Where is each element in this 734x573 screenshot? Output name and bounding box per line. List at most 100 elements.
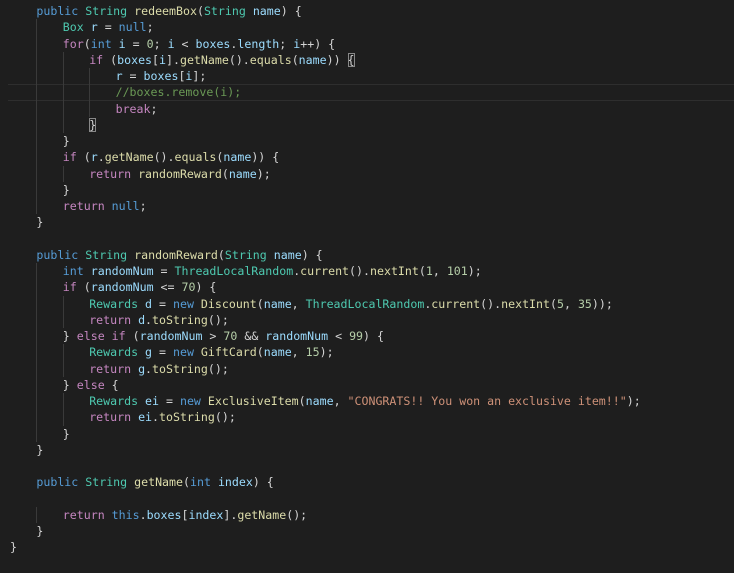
code-text: Rewards d = new Discount(name, ThreadLoc… bbox=[0, 297, 613, 311]
code-line[interactable]: break; bbox=[0, 100, 734, 117]
code-token: current bbox=[431, 296, 481, 311]
code-line[interactable]: public String getName(int index) { bbox=[0, 474, 734, 490]
code-token: ; bbox=[150, 101, 158, 116]
code-line[interactable]: } bbox=[0, 214, 734, 230]
code-line[interactable]: return null; bbox=[0, 198, 734, 215]
code-token: break bbox=[115, 101, 151, 116]
code-token: this bbox=[111, 507, 140, 522]
code-line[interactable]: //boxes.remove(i); bbox=[0, 84, 734, 101]
code-line[interactable]: } bbox=[0, 539, 734, 555]
code-token: )) { bbox=[251, 150, 280, 165]
code-line[interactable]: } bbox=[0, 133, 734, 150]
code-token: Rewards bbox=[89, 296, 139, 311]
code-text: return g.toString(); bbox=[0, 362, 229, 376]
code-token: boxes bbox=[195, 36, 231, 51]
code-line[interactable]: } bbox=[0, 442, 734, 458]
code-line[interactable] bbox=[0, 458, 734, 474]
code-line[interactable]: return randomReward(name); bbox=[0, 165, 734, 182]
code-token: ) { bbox=[363, 329, 384, 343]
code-token: i bbox=[118, 36, 126, 51]
code-token: ( bbox=[256, 296, 264, 311]
code-token: public bbox=[36, 247, 79, 262]
code-token: Rewards bbox=[89, 345, 139, 360]
code-token: boxes bbox=[117, 52, 153, 67]
code-token: randomNum bbox=[139, 329, 203, 343]
code-line[interactable]: } else if (randomNum > 70 && randomNum <… bbox=[0, 328, 734, 345]
code-token: <= bbox=[153, 280, 182, 295]
code-token: ( bbox=[256, 345, 264, 360]
code-line[interactable]: public String randomReward(String name) … bbox=[0, 247, 734, 263]
code-token: index bbox=[217, 475, 253, 490]
code-token: ++) { bbox=[300, 36, 336, 51]
code-token: toString bbox=[152, 312, 208, 327]
code-line[interactable]: if (boxes[i].getName().equals(name)) { bbox=[0, 51, 734, 68]
code-token: randomNum bbox=[265, 329, 329, 343]
code-token: return bbox=[89, 166, 132, 181]
code-token: if bbox=[62, 150, 77, 165]
code-token: ( bbox=[83, 36, 91, 51]
code-line[interactable]: } bbox=[0, 425, 734, 442]
code-token: = bbox=[153, 264, 175, 278]
code-token: r bbox=[90, 20, 98, 35]
code-line[interactable]: return this.boxes[index].getName(); bbox=[0, 506, 734, 523]
code-token: ( bbox=[418, 264, 426, 278]
code-line[interactable]: Rewards g = new GiftCard(name, 15); bbox=[0, 344, 734, 361]
code-token: length bbox=[237, 36, 280, 51]
code-line[interactable] bbox=[0, 491, 734, 507]
code-line[interactable]: Box r = null; bbox=[0, 19, 734, 36]
code-text: return d.toString(); bbox=[0, 313, 229, 327]
matched-bracket: { bbox=[347, 52, 355, 67]
code-token: . bbox=[139, 507, 147, 522]
code-token: ( bbox=[183, 475, 190, 490]
code-editor[interactable]: public String redeemBox(String name) {Bo… bbox=[0, 0, 734, 573]
code-token: return bbox=[62, 199, 105, 213]
code-text: for(int i = 0; i < boxes.length; i++) { bbox=[0, 37, 335, 51]
code-token: ( bbox=[103, 52, 118, 67]
code-token: current bbox=[300, 264, 350, 278]
code-line[interactable]: r = boxes[i]; bbox=[0, 68, 734, 85]
code-token: return bbox=[89, 361, 132, 376]
code-line[interactable]: Rewards d = new Discount(name, ThreadLoc… bbox=[0, 295, 734, 312]
code-token: toString bbox=[152, 361, 208, 376]
code-line[interactable]: if (randomNum <= 70) { bbox=[0, 279, 734, 296]
code-text: if (boxes[i].getName().equals(name)) { bbox=[0, 52, 355, 67]
code-line[interactable]: if (r.getName().equals(name)) { bbox=[0, 149, 734, 166]
code-token: } bbox=[10, 540, 17, 555]
code-line[interactable]: return ei.toString(); bbox=[0, 409, 734, 426]
code-line[interactable]: int randomNum = ThreadLocalRandom.curren… bbox=[0, 263, 734, 280]
code-token: Rewards bbox=[89, 394, 139, 408]
code-line[interactable]: return d.toString(); bbox=[0, 311, 734, 328]
code-token: . bbox=[145, 361, 153, 376]
code-token: ThreadLocalRandom bbox=[174, 264, 294, 278]
code-line[interactable] bbox=[0, 231, 734, 247]
code-line[interactable]: } bbox=[0, 523, 734, 539]
code-line[interactable]: Rewards ei = new ExclusiveItem(name, "CO… bbox=[0, 393, 734, 410]
code-token: )) bbox=[326, 52, 348, 67]
code-token: return bbox=[62, 507, 105, 522]
code-token: name bbox=[273, 247, 302, 262]
code-token: )); bbox=[591, 296, 613, 311]
code-text: public String redeemBox(String name) { bbox=[0, 4, 301, 18]
code-line[interactable]: for(int i = 0; i < boxes.length; i++) { bbox=[0, 35, 734, 52]
code-line[interactable]: } bbox=[0, 116, 734, 133]
code-token: "CONGRATS!! You won an exclusive item!!" bbox=[347, 394, 627, 408]
code-line[interactable]: } bbox=[0, 181, 734, 198]
code-line[interactable]: } else { bbox=[0, 376, 734, 393]
code-text: return null; bbox=[0, 199, 147, 213]
code-token: ); bbox=[626, 394, 641, 408]
code-token: public bbox=[36, 4, 79, 18]
matched-bracket: } bbox=[89, 117, 97, 132]
code-text: public String randomReward(String name) … bbox=[0, 247, 322, 262]
code-line[interactable]: return g.toString(); bbox=[0, 360, 734, 377]
code-token: GiftCard bbox=[200, 345, 257, 360]
code-token: , bbox=[333, 394, 348, 408]
code-line[interactable]: public String redeemBox(String name) { bbox=[0, 3, 734, 19]
code-text: if (randomNum <= 70) { bbox=[0, 280, 217, 295]
